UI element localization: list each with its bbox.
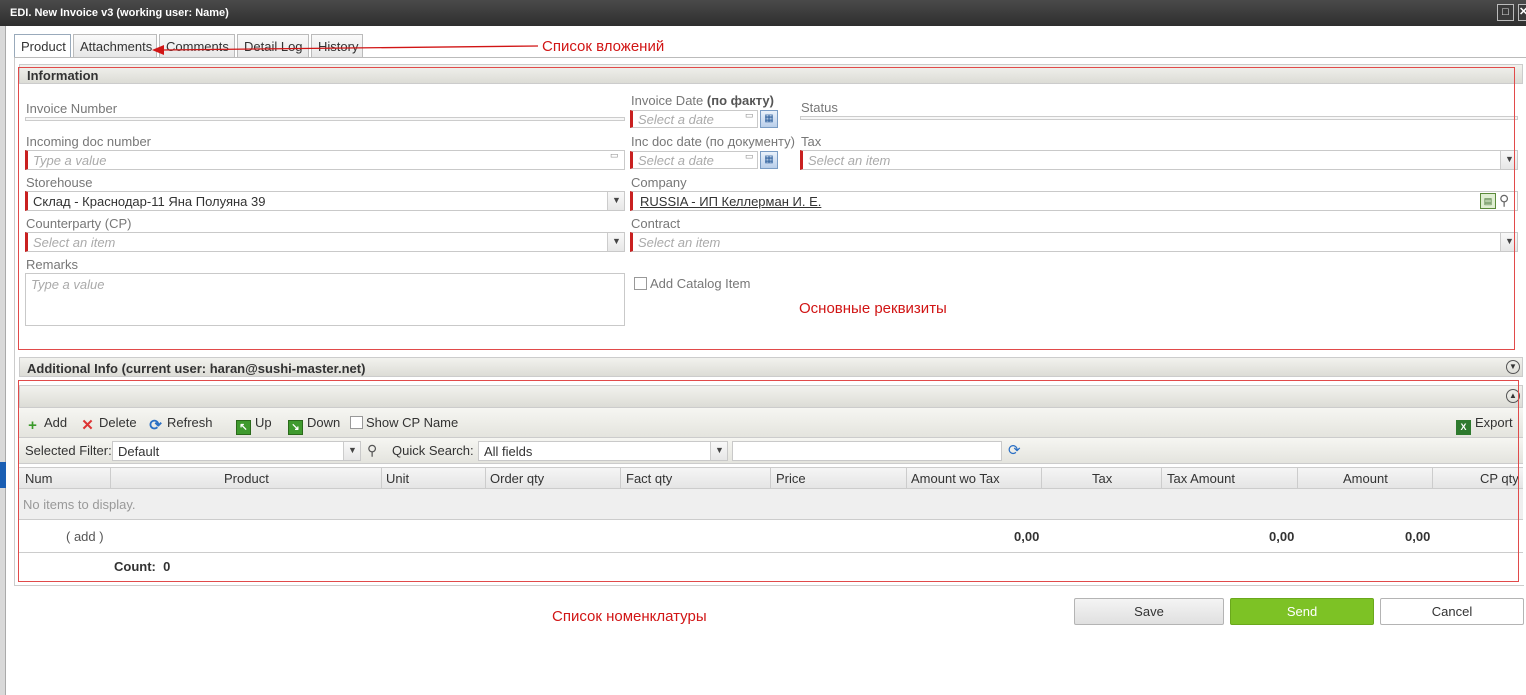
close-icon[interactable]: ✕ <box>1518 4 1526 21</box>
annotation-nomenclature: Список номенклатуры <box>552 608 707 625</box>
invoice-window: EDI. New Invoice v3 (working user: Name)… <box>0 0 1526 695</box>
maximize-icon[interactable]: □ <box>1497 4 1514 21</box>
cancel-button[interactable]: Cancel <box>1380 598 1524 625</box>
tab-product[interactable]: Product <box>14 34 71 58</box>
panel-left-line <box>14 58 15 586</box>
left-edge <box>0 26 6 695</box>
save-button[interactable]: Save <box>1074 598 1224 625</box>
window-title: EDI. New Invoice v3 (working user: Name) <box>10 7 229 19</box>
annotation-arrow <box>152 45 539 55</box>
annotation-attachments: Список вложений <box>542 38 665 55</box>
send-button[interactable]: Send <box>1230 598 1374 625</box>
left-edge-marker <box>0 462 6 488</box>
tab-attachments[interactable]: Attachments <box>73 34 157 58</box>
panel-bottom-line <box>14 585 1524 586</box>
annotation-box-nomenclature <box>18 380 1519 582</box>
window-titlebar: EDI. New Invoice v3 (working user: Name)… <box>0 0 1526 26</box>
